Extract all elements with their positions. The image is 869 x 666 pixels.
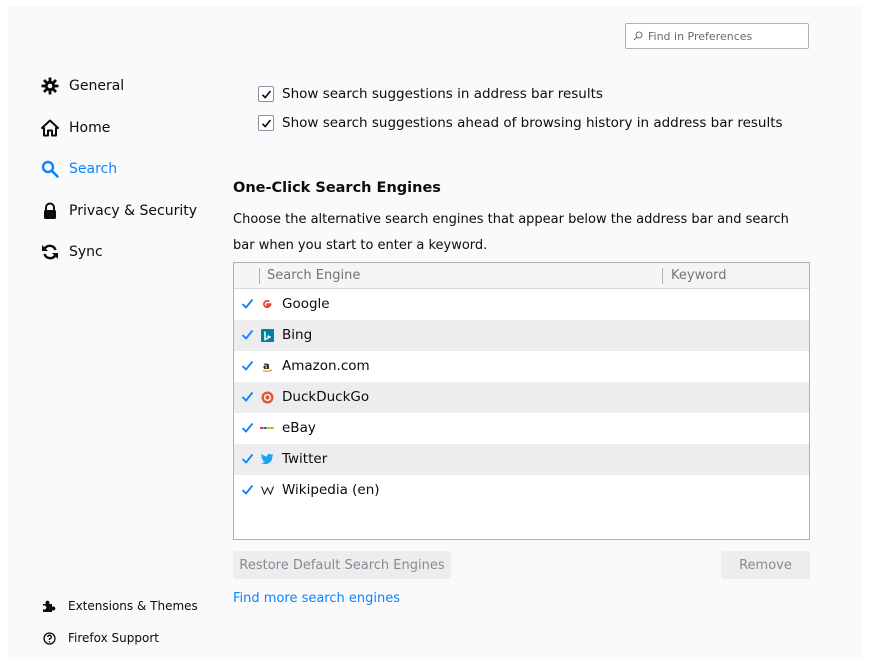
category-privacy-security[interactable]: Privacy & Security (40, 201, 197, 221)
home-icon (40, 118, 60, 138)
category-search[interactable]: Search (40, 159, 117, 179)
category-home[interactable]: Home (40, 118, 110, 138)
extensions-themes-label: Extensions & Themes (68, 599, 198, 613)
suggestions-address-bar-label: Show search suggestions in address bar r… (282, 86, 603, 102)
enabled-checkmark-icon[interactable] (241, 328, 254, 341)
lock-icon (40, 201, 60, 221)
suggestions-ahead-history-label: Show search suggestions ahead of browsin… (282, 115, 783, 131)
engine-name: DuckDuckGo (282, 389, 370, 405)
category-sync-label: Sync (69, 244, 103, 260)
find-more-search-engines-link[interactable]: Find more search engines (233, 591, 400, 606)
engine-row-ebay[interactable]: eBay (234, 413, 809, 444)
column-header-search-engine[interactable]: Search Engine (267, 268, 360, 283)
suggestions-address-bar-checkbox[interactable] (258, 86, 274, 102)
ebay-logo-icon (260, 421, 274, 435)
enabled-checkmark-icon[interactable] (241, 421, 254, 434)
engine-name: Bing (282, 327, 313, 343)
column-header-keyword[interactable]: Keyword (671, 268, 727, 283)
column-separator (662, 268, 663, 284)
suggestions-ahead-history-option[interactable]: Show search suggestions ahead of browsin… (258, 115, 783, 131)
find-in-preferences-input[interactable] (648, 29, 798, 43)
suggestions-ahead-history-checkbox[interactable] (258, 115, 274, 131)
twitter-logo-icon (260, 452, 274, 466)
engine-row-google[interactable]: Google (234, 289, 809, 320)
column-separator (259, 268, 260, 284)
table-header: Search Engine Keyword (234, 263, 809, 289)
engine-name: Twitter (282, 451, 328, 467)
gear-icon (40, 76, 60, 96)
enabled-checkmark-icon[interactable] (241, 390, 254, 403)
checkmark-icon (261, 89, 271, 99)
duckduckgo-logo-icon (260, 390, 274, 404)
engine-row-wikipedia[interactable]: Wikipedia (en) (234, 475, 809, 506)
category-home-label: Home (69, 120, 111, 136)
one-click-engines-description: Choose the alternative search engines th… (233, 212, 789, 253)
restore-default-engines-button[interactable]: Restore Default Search Engines (233, 551, 451, 579)
wikipedia-logo-icon (260, 483, 274, 497)
help-icon (42, 631, 56, 645)
engine-row-twitter[interactable]: Twitter (234, 444, 809, 475)
enabled-checkmark-icon[interactable] (241, 483, 254, 496)
category-general[interactable]: General (40, 76, 124, 96)
find-in-preferences-field[interactable] (625, 23, 809, 49)
amazon-logo-icon: a (260, 359, 274, 373)
category-sync[interactable]: Sync (40, 242, 103, 262)
engine-row-duckduckgo[interactable]: DuckDuckGo (234, 382, 809, 413)
enabled-checkmark-icon[interactable] (241, 452, 254, 465)
search-icon (633, 31, 643, 41)
sync-icon (40, 242, 60, 262)
enabled-checkmark-icon[interactable] (241, 359, 254, 372)
suggestions-address-bar-option[interactable]: Show search suggestions in address bar r… (258, 86, 603, 102)
puzzle-icon (42, 599, 56, 613)
checkmark-icon (261, 118, 271, 128)
bing-logo-icon (260, 328, 274, 342)
engine-row-bing[interactable]: Bing (234, 320, 809, 351)
engine-name: Google (282, 296, 330, 312)
enabled-checkmark-icon[interactable] (241, 297, 254, 310)
engine-name: eBay (282, 420, 316, 436)
category-search-label: Search (69, 161, 118, 177)
search-engines-table[interactable]: Search Engine Keyword Google Bing a Amaz… (233, 262, 810, 540)
category-privacy-label: Privacy & Security (69, 203, 197, 219)
extensions-themes-link[interactable]: Extensions & Themes (42, 599, 198, 613)
one-click-engines-heading: One-Click Search Engines (233, 180, 441, 196)
remove-engine-button[interactable]: Remove (721, 551, 810, 579)
engine-row-amazon[interactable]: a Amazon.com (234, 351, 809, 382)
engine-name: Amazon.com (282, 358, 370, 374)
category-general-label: General (69, 78, 125, 94)
firefox-support-label: Firefox Support (68, 631, 159, 645)
firefox-support-link[interactable]: Firefox Support (42, 631, 159, 645)
search-icon (40, 159, 60, 179)
engine-name: Wikipedia (en) (282, 482, 380, 498)
google-logo-icon (260, 297, 274, 311)
